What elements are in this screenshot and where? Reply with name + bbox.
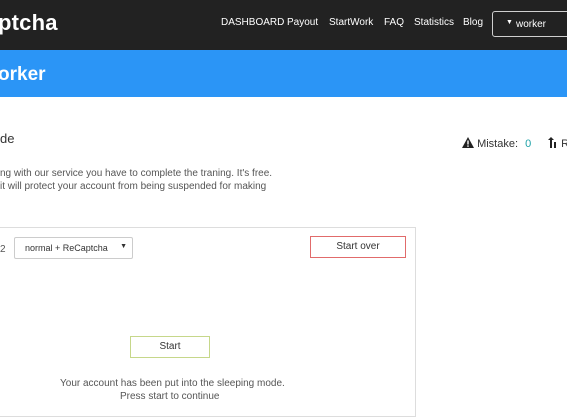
page-title: orker [0,64,46,85]
mistake-value: 0 [525,138,532,150]
user-menu-label: worker [516,19,547,30]
warning-icon [462,137,474,148]
training-description-line-2: it will protect your account from being … [0,181,267,192]
captcha-number: 2 [0,244,6,255]
continue-message: Press start to continue [120,391,220,402]
nav-blog[interactable]: Blog [463,17,483,28]
start-button[interactable]: Start [130,336,210,358]
nav-dashboard[interactable]: DASHBOARD [221,17,284,28]
rate-icon [548,137,556,148]
caret-down-icon: ▼ [506,19,513,26]
mistake-stat: Mistake: 0 [462,137,531,150]
mode-select-value: normal + ReCaptcha [25,243,108,253]
start-over-button[interactable]: Start over [310,236,406,258]
nav-faq[interactable]: FAQ [384,17,404,28]
user-menu-button[interactable]: ▼ worker [492,11,567,37]
caret-down-icon: ▼ [120,243,127,250]
nav-startwork[interactable]: StartWork [329,17,373,28]
training-title: de [0,131,15,146]
training-description-line-1: ng with our service you have to complete… [0,168,273,179]
nav-payout[interactable]: Payout [287,17,318,28]
sleeping-mode-message: Your account has been put into the sleep… [60,378,285,389]
brand-logo[interactable]: ptcha [0,10,58,36]
mistake-label: Mistake: [477,138,519,150]
rate-stat: R [548,137,567,150]
rate-label: R [561,138,567,150]
mode-select[interactable]: normal + ReCaptcha ▼ [14,237,133,259]
nav-statistics[interactable]: Statistics [414,17,454,28]
top-navbar: ptcha DASHBOARD Payout StartWork FAQ Sta… [0,0,567,50]
page-banner [0,50,567,97]
